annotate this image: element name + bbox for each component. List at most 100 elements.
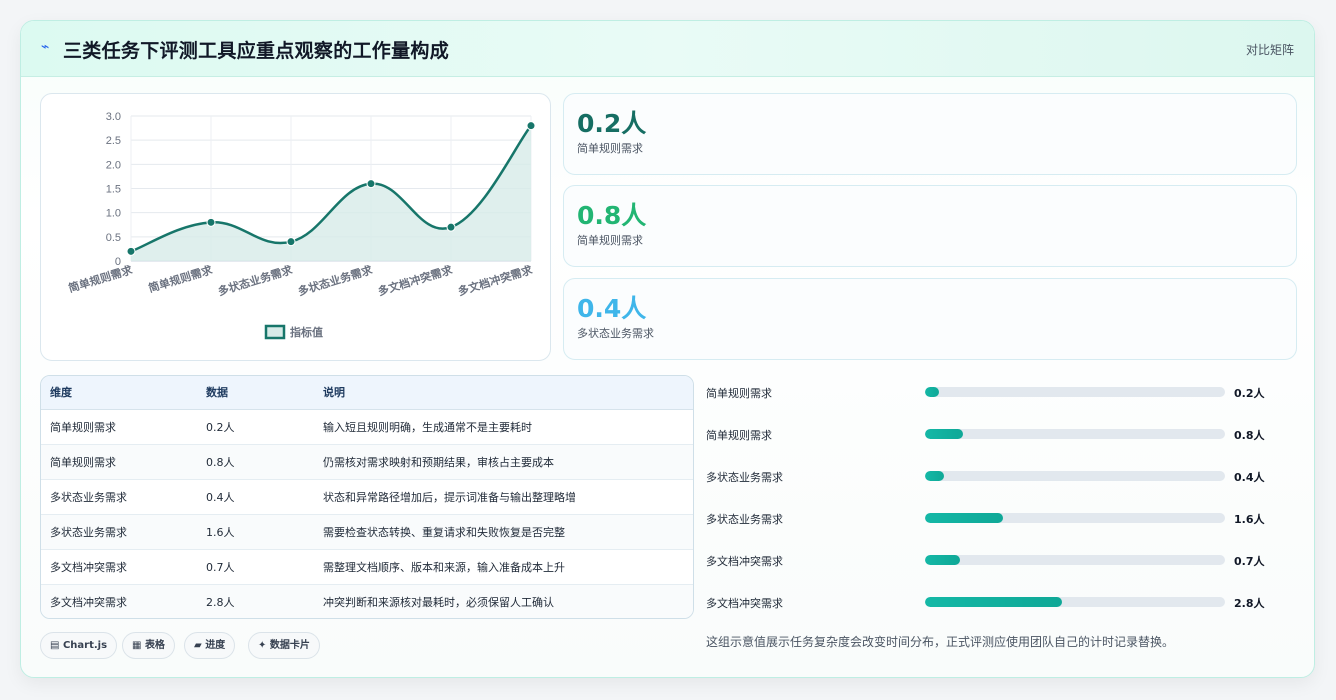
data-point [366, 179, 376, 189]
table-cell: 0.4人 [197, 479, 314, 515]
x-tick-label: 多文档冲突需求 [376, 262, 455, 298]
progress-row: 简单规则需求 0.2人 [706, 383, 1266, 403]
table-cell: 需整理文档顺序、版本和来源，输入准备成本上升 [314, 549, 693, 585]
chip-table[interactable]: ▦ 表格 [122, 632, 175, 659]
y-tick-label: 1.0 [106, 208, 121, 220]
column-header: 说明 [314, 376, 693, 410]
column-header: 维度 [41, 376, 197, 410]
table-cell: 1.6人 [197, 514, 314, 550]
metric-value: 0.8人 [577, 201, 647, 230]
progress-row: 多文档冲突需求 2.8人 [706, 593, 1266, 613]
progress-row: 多状态业务需求 1.6人 [706, 509, 1266, 529]
y-tick-label: 2.5 [106, 135, 121, 147]
table-cell: 冲突判断和来源核对最耗时，必须保留人工确认 [314, 584, 693, 618]
page-title: 三类任务下评测工具应重点观察的工作量构成 [63, 40, 450, 62]
x-tick-label: 多状态业务需求 [216, 262, 295, 298]
progress-value: 1.6人 [1234, 513, 1265, 526]
table-cell: 简单规则需求 [41, 409, 197, 445]
progress-fill [925, 387, 939, 397]
table-cell: 仍需核对需求映射和预期结果，审核占主要成本 [314, 444, 693, 480]
progress-fill [925, 429, 964, 439]
progress-track [925, 513, 1225, 523]
progress-value: 2.8人 [1234, 597, 1265, 610]
data-table: 维度 数据 说明 简单规则需求 0.2人 输入短且规则明确，生成通常不是主要耗时… [41, 376, 693, 618]
dashboard-card: ⌁ 三类任务下评测工具应重点观察的工作量构成 对比矩阵 0 0.5 1.0 1.5 2.… [20, 20, 1315, 678]
chip-label: 进度 [205, 640, 226, 651]
x-tick-label: 简单规则需求 [67, 262, 135, 295]
table-cell: 0.7人 [197, 549, 314, 585]
card-header: ⌁ 三类任务下评测工具应重点观察的工作量构成 对比矩阵 [21, 21, 1314, 77]
metric-label: 简单规则需求 [577, 142, 643, 155]
progress-fill [925, 513, 1003, 523]
y-tick-label: 1.5 [106, 184, 121, 196]
progress-fill [925, 597, 1062, 607]
footnote: 这组示意值展示任务复杂度会改变时间分布，正式评测应使用团队自己的计时记录替换。 [706, 635, 1175, 649]
table-cell: 多状态业务需求 [41, 514, 197, 550]
table-cell: 2.8人 [197, 584, 314, 618]
chart-icon: ▤ [50, 640, 60, 651]
table-cell: 多文档冲突需求 [41, 549, 197, 585]
chip-label: Chart.js [62, 640, 108, 651]
y-tick-label: 3.0 [106, 111, 121, 123]
data-point [286, 237, 296, 247]
progress-track [925, 429, 1225, 439]
chip-label: 表格 [144, 640, 165, 651]
x-tick-label: 多文档冲突需求 [456, 262, 535, 298]
progress-value: 0.4人 [1234, 471, 1265, 484]
chip-data-cards[interactable]: ✦ 数据卡片 [248, 632, 320, 659]
table-icon: ▦ [132, 640, 142, 651]
progress-row: 多文档冲突需求 0.7人 [706, 551, 1266, 571]
data-point [126, 246, 136, 256]
table-row: 多状态业务需求 1.6人 需要检查状态转换、重复请求和失败恢复是否完整 [41, 514, 693, 550]
progress-track [925, 597, 1225, 607]
metric-card-2: 0.4人 多状态业务需求 [563, 278, 1297, 360]
progress-track [925, 387, 1225, 397]
chip-progress[interactable]: ▰ 进度 [184, 632, 236, 659]
progress-label: 多文档冲突需求 [706, 555, 783, 568]
compare-matrix-button[interactable]: 对比矩阵 [1246, 41, 1294, 58]
column-header: 数据 [197, 376, 314, 410]
chip-label: 数据卡片 [269, 640, 310, 651]
progress-value: 0.8人 [1234, 429, 1265, 442]
data-table-panel: 维度 数据 说明 简单规则需求 0.2人 输入短且规则明确，生成通常不是主要耗时… [40, 375, 694, 619]
table-cell: 多文档冲突需求 [41, 584, 197, 618]
data-point [526, 121, 536, 131]
data-point [446, 222, 456, 232]
progress-label: 多状态业务需求 [706, 471, 783, 484]
y-tick-label: 0.5 [106, 232, 121, 244]
lightning-icon: ⌁ [41, 39, 50, 55]
table-row: 简单规则需求 0.8人 仍需核对需求映射和预期结果，审核占主要成本 [41, 444, 693, 480]
metric-card-0: 0.2人 简单规则需求 [563, 93, 1297, 175]
progress-fill [925, 555, 960, 565]
progress-label: 多状态业务需求 [706, 513, 783, 526]
sparkle-icon: ✦ [258, 640, 267, 651]
progress-icon: ▰ [194, 640, 202, 651]
legend-label: 指标值 [290, 325, 323, 339]
legend-swatch [264, 324, 286, 340]
progress-track [925, 555, 1225, 565]
progress-label: 简单规则需求 [706, 429, 772, 442]
progress-track [925, 471, 1225, 481]
table-cell: 多状态业务需求 [41, 479, 197, 515]
table-row: 多文档冲突需求 2.8人 冲突判断和来源核对最耗时，必须保留人工确认 [41, 584, 693, 618]
progress-label: 多文档冲突需求 [706, 597, 783, 610]
metric-label: 简单规则需求 [577, 234, 643, 247]
table-row: 多文档冲突需求 0.7人 需整理文档顺序、版本和来源，输入准备成本上升 [41, 549, 693, 585]
progress-fill [925, 471, 945, 481]
series-area [131, 125, 531, 262]
table-cell: 0.8人 [197, 444, 314, 480]
progress-row: 多状态业务需求 0.4人 [706, 467, 1266, 487]
x-tick-label: 简单规则需求 [147, 262, 215, 295]
metric-value: 0.2人 [577, 109, 647, 138]
line-chart: 00.51.01.52.02.53.0简单规则需求 简单规则需求 多状态业务需求 多状… [67, 111, 536, 340]
chip-chartjs[interactable]: ▤ Chart.js [40, 632, 118, 659]
data-point [206, 217, 216, 227]
table-header-row: 维度 数据 说明 [41, 376, 693, 410]
metric-card-1: 0.8人 简单规则需求 [563, 185, 1297, 267]
table-cell: 简单规则需求 [41, 444, 197, 480]
metric-label: 多状态业务需求 [577, 327, 654, 340]
table-cell: 状态和异常路径增加后，提示词准备与输出整理略增 [314, 479, 693, 515]
progress-row: 简单规则需求 0.8人 [706, 425, 1266, 445]
table-cell: 需要检查状态转换、重复请求和失败恢复是否完整 [314, 514, 693, 550]
table-cell: 0.2人 [197, 409, 314, 445]
